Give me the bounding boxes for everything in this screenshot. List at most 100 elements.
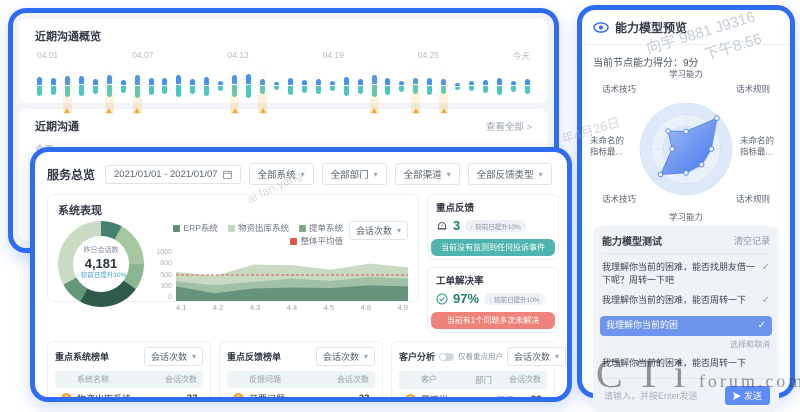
filter-department-dropdown[interactable]: 全部部门▾ [322, 163, 387, 185]
eye-icon [593, 22, 609, 33]
communication-timeline-bars[interactable] [35, 63, 532, 109]
clear-records-link[interactable]: 清空记录 [734, 234, 770, 247]
timeline-bar[interactable] [176, 63, 181, 109]
filter-label: 全部反馈类型 [477, 167, 534, 181]
timeline-bar[interactable] [413, 63, 418, 109]
x-axis-labels: 4.14.2 4.34.4 4.54.8 4.9 [176, 303, 408, 312]
timeline-bar[interactable] [497, 63, 502, 109]
filter-feedback-type-dropdown[interactable]: 全部反馈类型▾ [468, 163, 552, 185]
timeline-bar[interactable] [344, 63, 349, 109]
timeline-bar[interactable] [302, 63, 307, 109]
ticket-delta-pill: ↑ 较前日提升10% [484, 293, 545, 305]
date-label: 今天 [513, 50, 530, 62]
timeline-bar[interactable] [441, 63, 446, 109]
timeline-bar[interactable] [65, 63, 70, 109]
system-name: 物资出库系统 [77, 392, 186, 402]
select-cancel-hint: 选择和取消 [602, 339, 770, 350]
page-title: 服务总览 [47, 166, 95, 183]
no-complaint-banner: 当前没有监测到任何投诉事件 [431, 239, 555, 256]
feedback-ranking-dropdown[interactable]: 会话次数▾ [316, 347, 375, 366]
column-headers: 系统名称 会话次数 [55, 371, 203, 388]
table-title: 客户分析 [399, 350, 435, 363]
timeline-bar[interactable] [162, 63, 167, 109]
alarm-icon [436, 220, 448, 232]
dashboard: 近期沟通概览 04.01 04.07 04.13 04.19 04.25 今天 … [0, 0, 800, 402]
donut-center: 昨日会话数 4,181 ↑ 较前日提升10% [73, 236, 129, 292]
timeline-bar[interactable] [149, 63, 154, 109]
timeline-bar[interactable] [232, 63, 237, 109]
trend-legend: ERP系统 物资出库系统 提单系统 整体平均值 [154, 221, 343, 247]
timeline-bar[interactable] [427, 63, 432, 109]
chevron-down-icon: ▾ [364, 352, 368, 361]
radar-axis-label: 话术技巧 [602, 194, 636, 205]
timeline-bar[interactable] [93, 63, 98, 109]
timeline-bar[interactable] [469, 63, 474, 109]
node-score: 当前节点能力得分：9分 [593, 54, 779, 69]
customer-dept: 部门1 [496, 394, 530, 403]
ticket-resolution-card: 工单解决率 97% ↑ 较前日提升10% 当前有1个问题多次未解决 [427, 267, 559, 333]
timeline-bar[interactable] [330, 63, 335, 109]
filter-system-dropdown[interactable]: 全部系统▾ [249, 163, 314, 185]
unresolved-issue-banner: 当前有1个问题多次未解决 [431, 312, 555, 329]
timeline-bar[interactable] [525, 63, 530, 109]
legend-item: 整体平均值 [290, 235, 343, 247]
timeline-bar[interactable] [37, 63, 42, 109]
rank-badge: 1 [61, 393, 72, 402]
test-message[interactable]: 我理解你当前的困难，能否找朋友借一下呢？周转一下吧 ✓ [602, 261, 770, 287]
test-message[interactable]: 我理解你当前的困难，能否周转一下 ✓ [602, 294, 770, 309]
feedback-delta-pill: ↑ 较前日提升10% [465, 220, 526, 232]
view-all-link[interactable]: 查看全部 > [486, 119, 532, 133]
filter-channel-dropdown[interactable]: 全部渠道▾ [395, 163, 460, 185]
radar-axis-label: 学习能力 [669, 212, 703, 223]
timeline-bar[interactable] [246, 63, 251, 109]
system-ranking-dropdown[interactable]: 会话次数▾ [144, 347, 203, 366]
capability-radar-chart: 学习能力 话术规则 未命名的指标最... 话术规则 学习能力 话术技巧 未命名的… [594, 71, 778, 221]
date-range-picker[interactable]: 2021/01/01 - 2021/01/07 [105, 165, 241, 184]
timeline-bar[interactable] [218, 63, 223, 109]
timeline-bar[interactable] [483, 63, 488, 109]
timeline-bar[interactable] [260, 63, 265, 109]
sessions-area-chart [176, 249, 408, 301]
timeline-bar[interactable] [455, 63, 460, 109]
timeline-bar[interactable] [399, 63, 404, 109]
date-label: 04.13 [227, 50, 248, 62]
timeline-bar[interactable] [107, 63, 112, 109]
radar-axis-label: 话术规则 [736, 194, 770, 205]
customer-name: 晨曦悦 [421, 393, 496, 402]
timeline-bar[interactable] [190, 63, 195, 109]
timeline-bar[interactable] [204, 63, 209, 109]
communication-overview-card: 近期沟通概览 04.01 04.07 04.13 04.19 04.25 今天 [19, 19, 548, 103]
check-icon: ✓ [762, 261, 770, 276]
timeline-bar[interactable] [358, 63, 363, 109]
legend-item: ERP系统 [173, 222, 217, 234]
timeline-bar[interactable] [79, 63, 84, 109]
timeline-bar[interactable] [274, 63, 279, 109]
radar-axis-label: 学习能力 [669, 69, 703, 80]
send-button[interactable]: 发送 [725, 386, 770, 405]
session-count: 33 [530, 394, 541, 402]
table-row[interactable]: 1 物资出库系统 33 [55, 388, 203, 402]
test-message[interactable]: 我理解你当前的困难，能否周转一下 [602, 357, 770, 370]
test-message-selected[interactable]: 我理解你当前的困 ✓ [600, 316, 772, 337]
timeline-bar[interactable] [51, 63, 56, 109]
chat-input[interactable] [602, 390, 719, 402]
timeline-bar[interactable] [316, 63, 321, 109]
chevron-down-icon: ▾ [301, 170, 305, 179]
customer-analysis-table: 客户分析 仅看重点用户 会话次数▾ 客户 部门 会话次数 1 晨曦悦 部门1 [391, 341, 555, 402]
table-row[interactable]: 1 晨曦悦 部门1 33 [399, 389, 547, 402]
date-label: 04.07 [132, 50, 153, 62]
timeline-date-labels: 04.01 04.07 04.13 04.19 04.25 今天 [37, 50, 530, 62]
customer-ranking-dropdown[interactable]: 会话次数▾ [507, 347, 566, 366]
timeline-bar[interactable] [372, 63, 377, 109]
table-title: 重点系统榜单 [55, 350, 109, 363]
timeline-bar[interactable] [121, 63, 126, 109]
timeline-bar[interactable] [511, 63, 516, 109]
ticket-resolution-title: 工单解决率 [436, 273, 550, 287]
radar-axis-label: 话术规则 [736, 84, 770, 95]
metric-dropdown[interactable]: 会话次数▾ [349, 221, 408, 240]
table-row[interactable]: 1 开票问题 33 [227, 388, 375, 402]
timeline-bar[interactable] [135, 63, 140, 109]
timeline-bar[interactable] [385, 63, 390, 109]
timeline-bar[interactable] [288, 63, 293, 109]
key-users-toggle[interactable] [439, 353, 454, 361]
